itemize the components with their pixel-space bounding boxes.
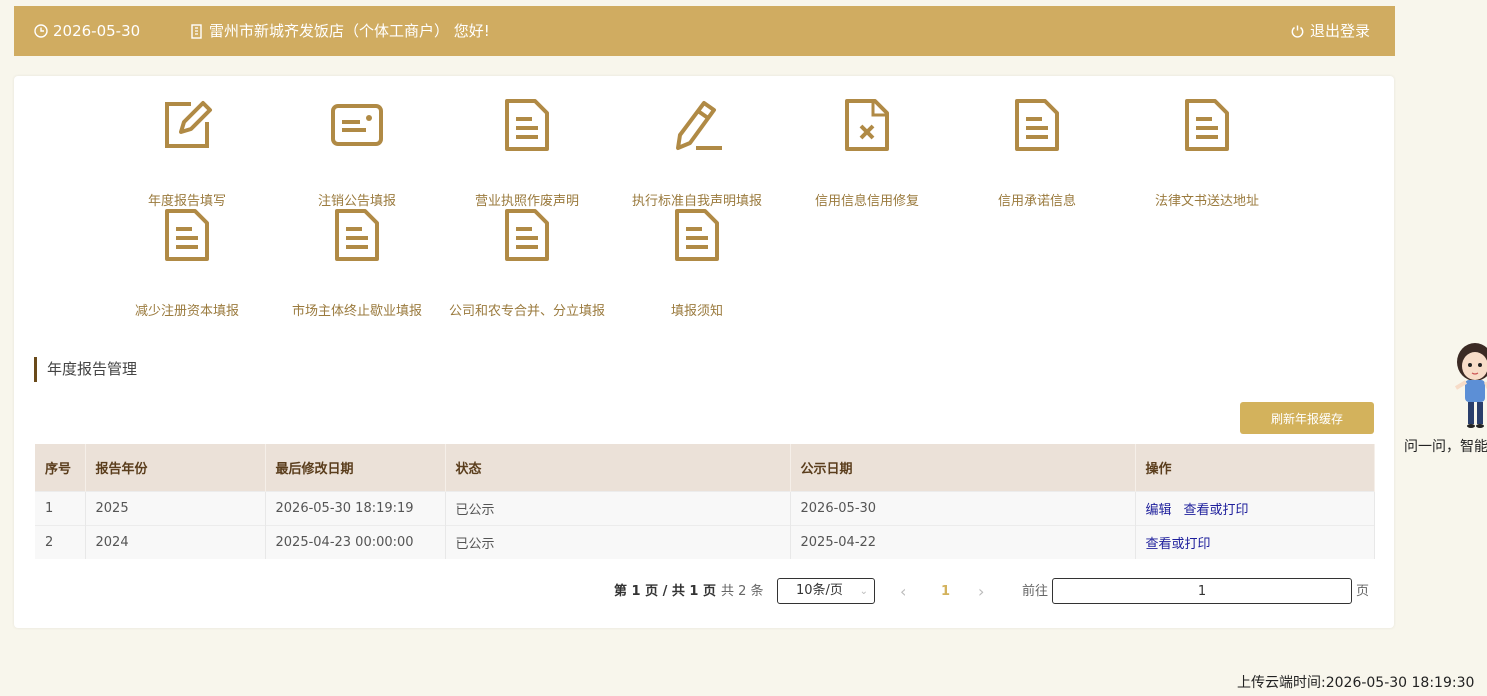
table-header-row: 序号 报告年份 最后修改日期 状态 公示日期 操作 bbox=[35, 444, 1375, 491]
menu-license-void[interactable]: 营业执照作废声明 bbox=[442, 98, 612, 209]
shop-greeting: 雷州市新城齐发饭店（个体工商户） 您好! bbox=[190, 6, 490, 56]
date-display: 2026-05-30 bbox=[34, 6, 140, 56]
cell-status: 已公示 bbox=[445, 524, 791, 559]
logout-label: 退出登录 bbox=[1310, 22, 1371, 40]
column-header: 报告年份 bbox=[85, 444, 266, 491]
card-icon bbox=[331, 104, 383, 146]
table-row: 2 2024 2025-04-23 00:00:00 已公示 2025-04-2… bbox=[35, 524, 1375, 559]
menu-label: 信用承诺信息 bbox=[997, 194, 1076, 209]
menu-label: 注销公告填报 bbox=[317, 194, 396, 209]
document-icon bbox=[1015, 99, 1059, 151]
document-x-icon bbox=[845, 99, 889, 151]
table-row: 1 2025 2026-05-30 18:19:19 已公示 2026-05-3… bbox=[35, 490, 1375, 525]
document-icon bbox=[675, 209, 719, 261]
cell-actions: 查看或打印 bbox=[1135, 524, 1375, 559]
document-icon bbox=[505, 209, 549, 261]
chevron-right-icon: › bbox=[978, 582, 985, 601]
menu-label: 信用信息信用修复 bbox=[814, 194, 919, 209]
greeting-text: 雷州市新城齐发饭店（个体工商户） 您好! bbox=[209, 22, 490, 40]
building-icon bbox=[191, 23, 202, 39]
pen-icon bbox=[676, 101, 722, 150]
menu-label: 法律文书送达地址 bbox=[1154, 194, 1259, 209]
pagination-total: 共 2 条 bbox=[721, 584, 764, 599]
cell-year: 2024 bbox=[85, 524, 266, 559]
main-panel: 年度报告填写 注销公告填报 营业执照作废声明 执行标准自我声明填报 信用信息信用… bbox=[14, 76, 1394, 628]
menu-cancel-notice[interactable]: 注销公告填报 bbox=[272, 98, 442, 209]
column-header: 公示日期 bbox=[790, 444, 1136, 491]
column-header: 最后修改日期 bbox=[265, 444, 446, 491]
goto-label: 前往 bbox=[1022, 584, 1049, 599]
annual-report-table: 序号 报告年份 最后修改日期 状态 公示日期 操作 1 2025 2026-05… bbox=[35, 444, 1375, 559]
goto-page-input[interactable] bbox=[1052, 578, 1352, 604]
menu-label: 执行标准自我声明填报 bbox=[631, 194, 762, 209]
page-size-select[interactable]: 10条/页 ⌄ bbox=[777, 578, 875, 604]
prev-page-button[interactable]: ‹ bbox=[900, 578, 906, 606]
menu-label: 减少注册资本填报 bbox=[134, 304, 239, 319]
view-print-link[interactable]: 查看或打印 bbox=[1146, 537, 1211, 552]
assistant-avatar[interactable] bbox=[1450, 338, 1487, 430]
menu-label: 市场主体终止歇业填报 bbox=[291, 304, 422, 319]
document-icon bbox=[505, 99, 549, 151]
cell-modified: 2026-05-30 18:19:19 bbox=[265, 490, 446, 525]
document-icon bbox=[165, 209, 209, 261]
menu-filing-notice[interactable]: 填报须知 bbox=[612, 208, 782, 319]
document-icon bbox=[1185, 99, 1229, 151]
assistant-prompt[interactable]: 问一问，智能 bbox=[1404, 436, 1487, 456]
menu-label: 年度报告填写 bbox=[147, 194, 226, 209]
cell-no: 2 bbox=[35, 524, 86, 559]
date-text: 2026-05-30 bbox=[53, 22, 141, 40]
menu-capital-reduction[interactable]: 减少注册资本填报 bbox=[102, 208, 272, 319]
menu-standard-declaration[interactable]: 执行标准自我声明填报 bbox=[612, 98, 782, 209]
menu-credit-commitment[interactable]: 信用承诺信息 bbox=[952, 98, 1122, 209]
cell-actions: 编辑 查看或打印 bbox=[1135, 490, 1375, 525]
cell-publish-date: 2025-04-22 bbox=[790, 524, 1136, 559]
menu-label: 填报须知 bbox=[670, 304, 723, 319]
cell-year: 2025 bbox=[85, 490, 266, 525]
upload-time: 上传云端时间:2026-05-30 18:19:30 bbox=[1237, 675, 1475, 691]
top-bar: 2026-05-30 雷州市新城齐发饭店（个体工商户） 您好! 退出登录 bbox=[14, 6, 1395, 56]
edit-link[interactable]: 编辑 bbox=[1146, 503, 1172, 518]
document-icon bbox=[335, 209, 379, 261]
pagination-summary: 第 1 页 / 共 1 页 bbox=[614, 584, 716, 599]
cell-status: 已公示 bbox=[445, 490, 791, 525]
page-size-value: 10条/页 bbox=[796, 583, 843, 598]
menu-merger-split[interactable]: 公司和农专合并、分立填报 bbox=[442, 208, 612, 319]
current-page-number[interactable]: 1 bbox=[941, 578, 950, 606]
clock-icon bbox=[34, 24, 48, 38]
view-print-link[interactable]: 查看或打印 bbox=[1184, 503, 1249, 518]
chevron-down-icon: ⌄ bbox=[859, 586, 868, 597]
menu-business-termination[interactable]: 市场主体终止歇业填报 bbox=[272, 208, 442, 319]
menu-label: 营业执照作废声明 bbox=[474, 194, 579, 209]
page-suffix: 页 bbox=[1356, 584, 1370, 599]
logout-button[interactable]: 退出登录 bbox=[1290, 6, 1370, 56]
chevron-left-icon: ‹ bbox=[900, 582, 907, 601]
menu-label: 公司和农专合并、分立填报 bbox=[448, 304, 605, 319]
refresh-cache-button[interactable]: 刷新年报缓存 bbox=[1240, 402, 1374, 434]
menu-annual-report[interactable]: 年度报告填写 bbox=[102, 98, 272, 209]
menu-credit-repair[interactable]: 信用信息信用修复 bbox=[782, 98, 952, 209]
column-header: 操作 bbox=[1135, 444, 1375, 491]
edit-icon bbox=[165, 101, 212, 148]
column-header: 序号 bbox=[35, 444, 86, 491]
cell-publish-date: 2026-05-30 bbox=[790, 490, 1136, 525]
power-icon bbox=[1291, 25, 1304, 38]
section-title: 年度报告管理 bbox=[34, 357, 137, 382]
cell-modified: 2025-04-23 00:00:00 bbox=[265, 524, 446, 559]
column-header: 状态 bbox=[445, 444, 791, 491]
cell-no: 1 bbox=[35, 490, 86, 525]
menu-legal-address[interactable]: 法律文书送达地址 bbox=[1122, 98, 1292, 209]
next-page-button[interactable]: › bbox=[978, 578, 984, 606]
